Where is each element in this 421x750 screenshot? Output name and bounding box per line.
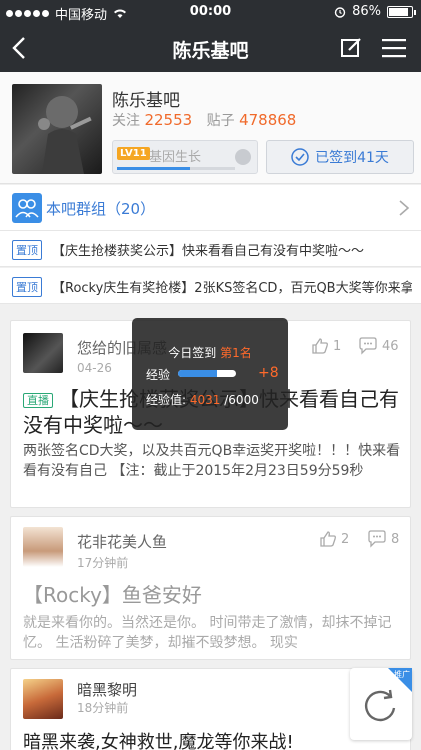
sign-in-popup: 今日签到 第1名 经验 +8 经验值: 4031 /6000 [132, 318, 288, 430]
like-count: 1 [333, 338, 342, 354]
menu-button[interactable] [382, 38, 406, 58]
reply-count: 8 [391, 531, 400, 547]
comment-icon [368, 530, 386, 548]
posts-label: 贴子 [206, 113, 235, 129]
reply-button[interactable]: 8 [367, 530, 399, 548]
singer-photo [38, 96, 92, 174]
post-card[interactable]: 花非花美人鱼 17分钟前 2 8 【Rocky】鱼爸安好 就是来看你的。当然还是… [10, 516, 411, 660]
promo-label: 推广 [394, 670, 410, 679]
exp-progress-fill [178, 370, 218, 377]
post-title: 暗黑来袭,女神救世,魔龙等你来战! [23, 732, 294, 750]
sign-rank-line: 今日签到 第1名 [132, 344, 288, 361]
posts-count: 478868 [239, 111, 297, 129]
exp-progress-bar [178, 370, 236, 377]
group-label: 本吧群组（20） [46, 200, 156, 218]
exp-value-line: 经验值: 4031 /6000 [146, 391, 259, 408]
pinned-row[interactable]: 置顶 【庆生抢楼获奖公示】快来看看自己有没有中奖啦～～ [0, 231, 421, 267]
chevron-right-icon [399, 200, 410, 216]
pinned-tag: 置顶 [12, 277, 42, 297]
post-time: 04-26 [77, 361, 112, 375]
signed-label: 已签到41天 [315, 150, 389, 166]
check-circle-icon [291, 148, 309, 166]
forum-header: 陈乐基吧 关注 22553 贴子 478868 LV11 基因生长 已签到41天 [0, 72, 421, 184]
author-avatar[interactable] [23, 679, 63, 719]
author-avatar[interactable] [23, 333, 63, 373]
post-time: 17分钟前 [77, 556, 129, 570]
alarm-icon [334, 6, 346, 18]
pinned-tag: 置顶 [12, 240, 42, 260]
like-button[interactable]: 2 [319, 530, 349, 548]
comment-icon [359, 337, 377, 355]
exp-plus: +8 [258, 365, 279, 381]
reply-count: 46 [382, 338, 399, 354]
thumbs-up-icon [312, 338, 328, 354]
forum-avatar[interactable] [12, 84, 102, 174]
follow-label: 关注 [112, 113, 140, 129]
group-row[interactable]: 本吧群组（20） [0, 185, 421, 231]
exp-value-label: 经验值: [146, 393, 187, 407]
live-tag: 直播 [23, 392, 53, 408]
sign-prefix: 今日签到 [168, 346, 217, 360]
battery-icon [387, 5, 416, 18]
thumbs-up-icon [320, 531, 336, 547]
exp-label: 经验 [146, 368, 171, 382]
status-right: 86% [334, 4, 416, 19]
reply-button[interactable]: 46 [358, 337, 399, 355]
level-progress-fill [117, 167, 191, 170]
author-name[interactable]: 暗黑黎明 [77, 679, 137, 700]
exp-current: 4031 [189, 393, 221, 407]
level-progress-bar [117, 167, 235, 170]
refresh-button[interactable]: 推广 [350, 668, 412, 740]
status-bar: 中国移动 00:00 86% [0, 0, 421, 24]
post-body: 就是来看你的。当然还是你。 时间带走了激情，却抹不掉记忆。 生活粉碎了美梦，却摧… [23, 615, 392, 651]
top-bar: 中国移动 00:00 86% 陈乐基吧 [0, 0, 421, 72]
like-count: 2 [341, 531, 350, 547]
signed-button[interactable]: 已签到41天 [266, 140, 414, 174]
pinned-row[interactable]: 置顶 【Rocky庆生有奖抢楼】2张KS签名CD，百元QB大奖等你来拿！ [0, 268, 421, 304]
author-avatar[interactable] [23, 527, 63, 567]
like-button[interactable]: 1 [311, 337, 341, 355]
post-body: 两张签名CD大奖，以及共百元QB幸运奖开奖啦！！！快来看看有没有自己 【注：截止… [23, 443, 401, 479]
microphone-icon [235, 149, 251, 165]
author-name[interactable]: 花非花美人鱼 [77, 531, 167, 552]
level-name: 基因生长 [149, 150, 202, 165]
follow-count: 22553 [144, 111, 193, 129]
forum-stats: 关注 22553 贴子 478868 [112, 110, 306, 130]
level-badge: LV11 [117, 147, 150, 160]
compose-button[interactable] [340, 37, 362, 59]
post-title: 【Rocky】鱼爸安好 [23, 583, 202, 607]
pinned-title: 【庆生抢楼获奖公示】快来看看自己有没有中奖啦～～ [52, 244, 365, 259]
sign-rank: 第1名 [220, 346, 252, 360]
level-box[interactable]: LV11 基因生长 [112, 140, 258, 174]
exp-total: /6000 [224, 393, 259, 407]
forum-name: 陈乐基吧 [112, 91, 180, 111]
battery-percent: 86% [352, 4, 381, 19]
post-time: 18分钟前 [77, 701, 129, 715]
group-icon [12, 193, 42, 223]
pinned-title: 【Rocky庆生有奖抢楼】2张KS签名CD，百元QB大奖等你来拿！ [52, 281, 412, 296]
